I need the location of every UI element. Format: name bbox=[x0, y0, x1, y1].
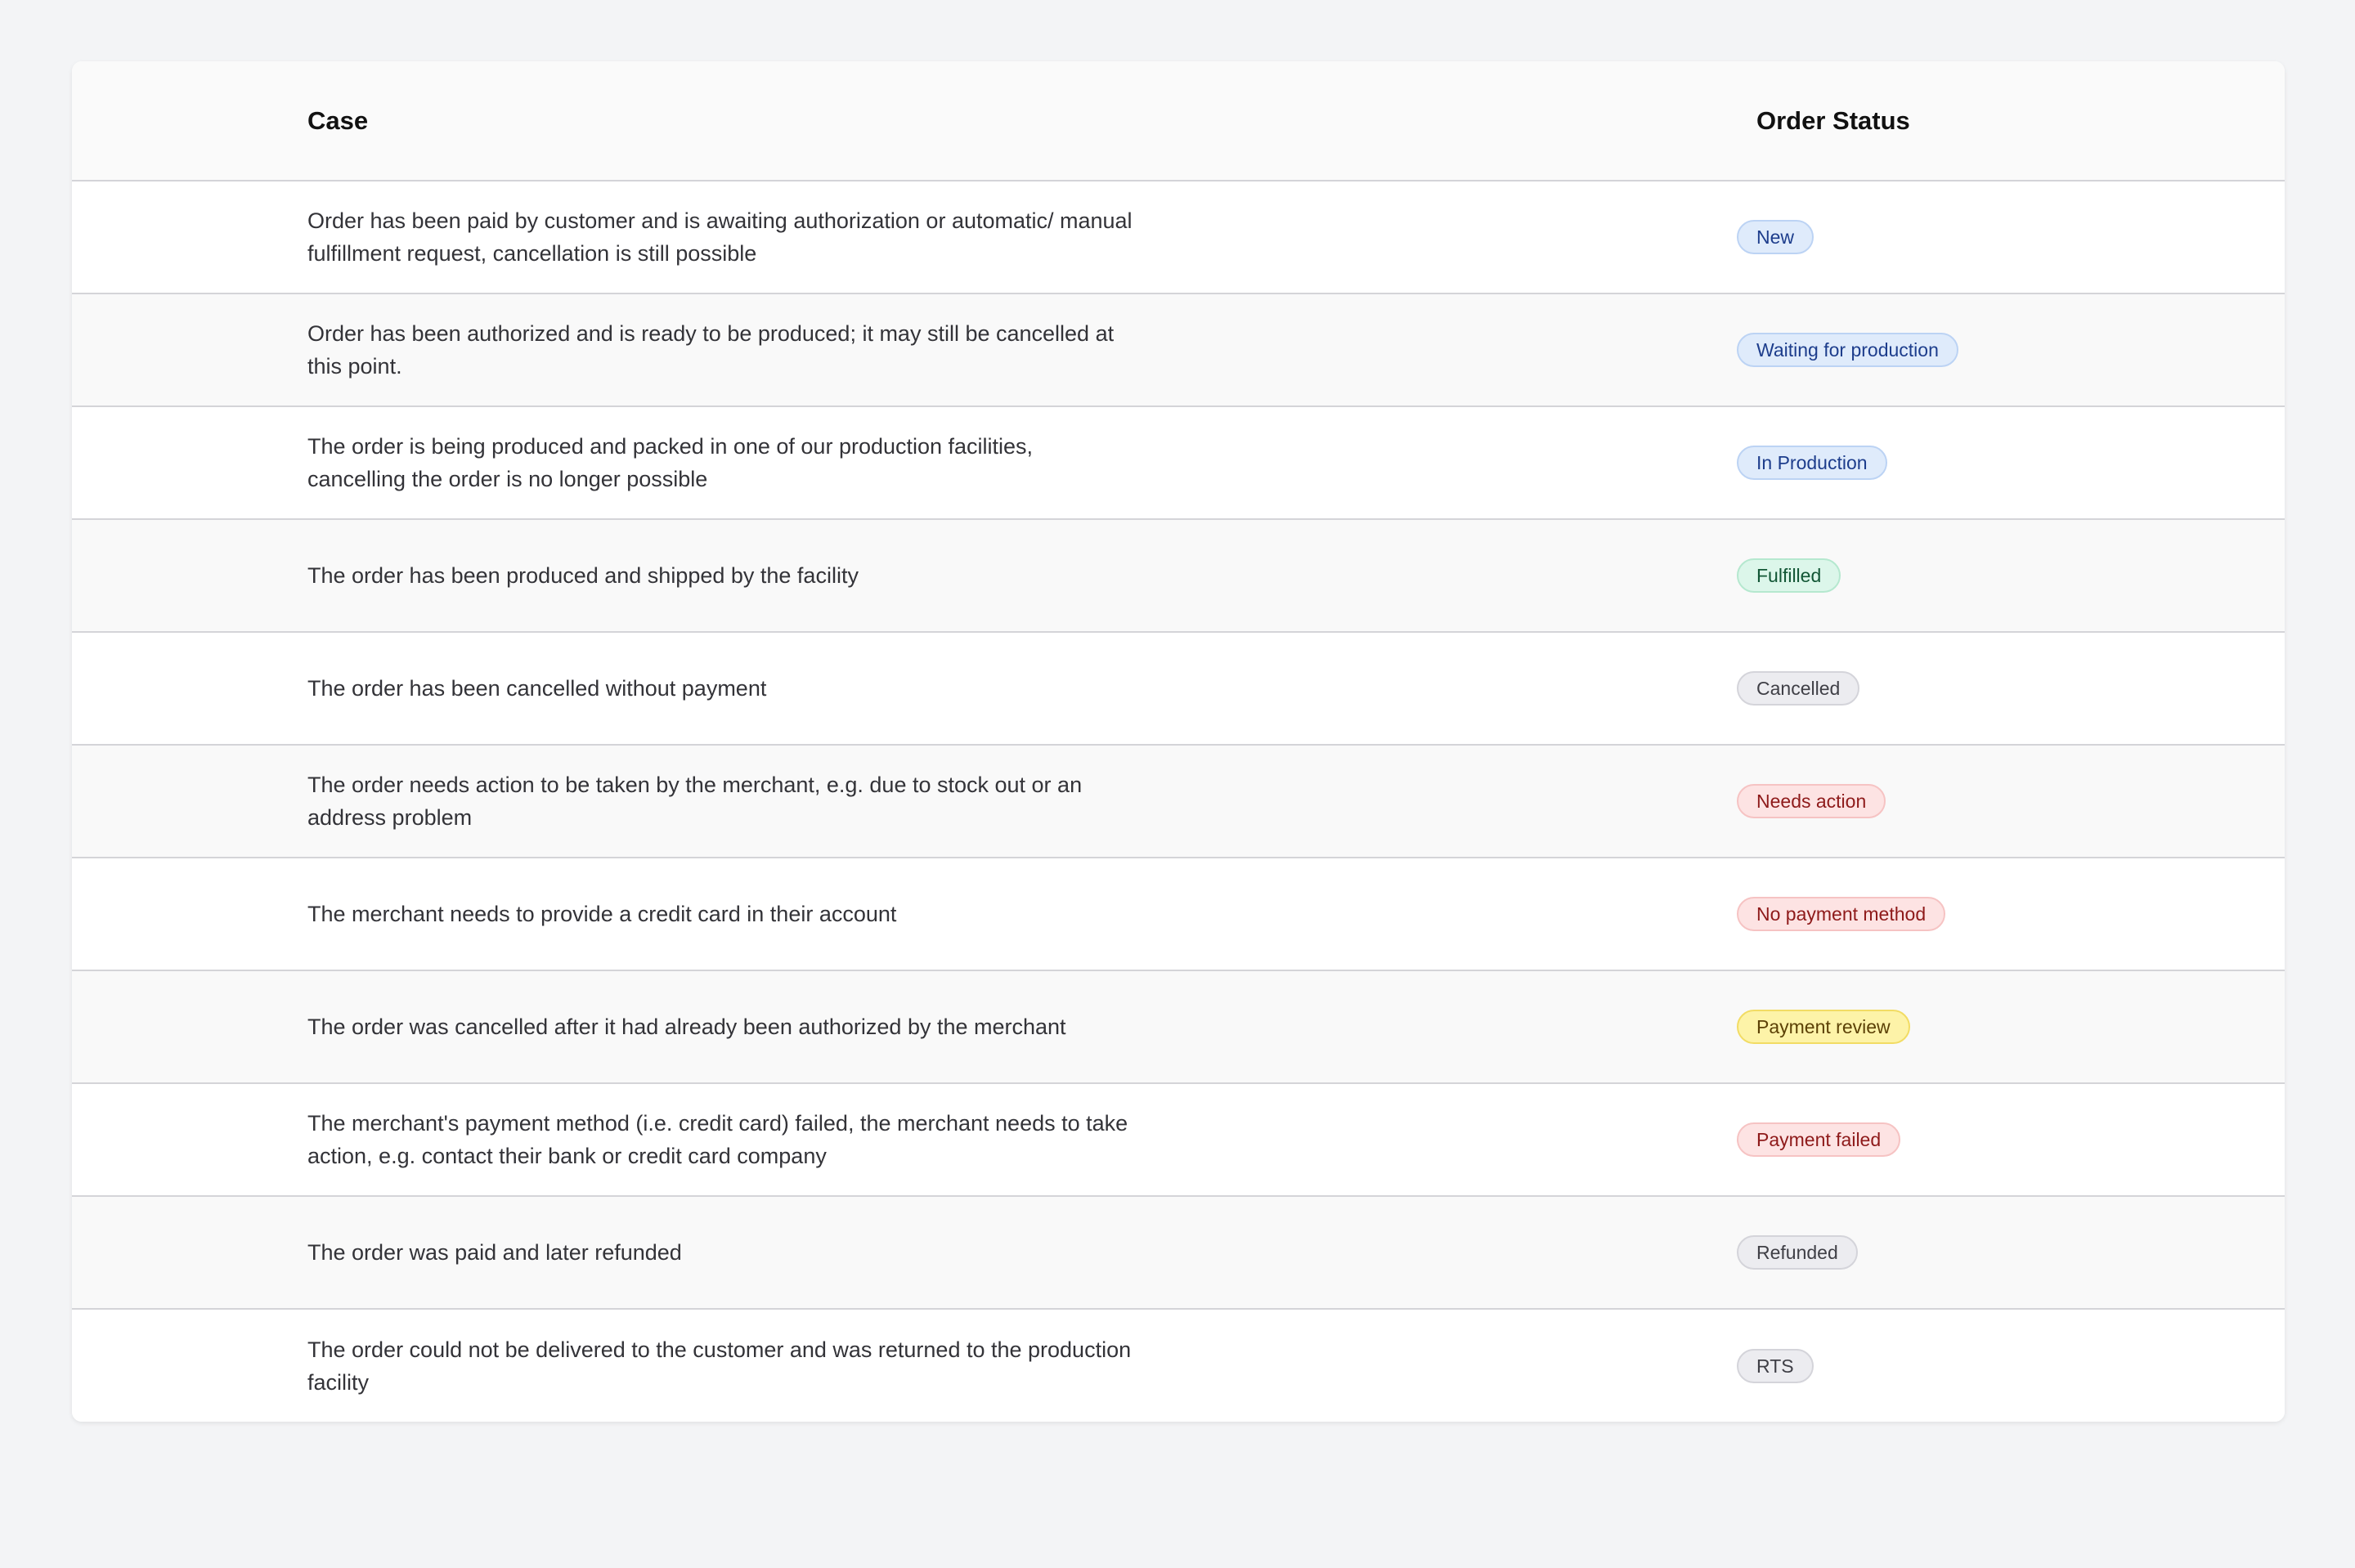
status-cell: Waiting for production bbox=[1663, 293, 2285, 406]
case-description: The merchant's payment method (i.e. cred… bbox=[307, 1111, 1128, 1168]
status-cell: No payment method bbox=[1663, 858, 2285, 970]
status-badge: Needs action bbox=[1737, 784, 1886, 818]
status-cell: RTS bbox=[1663, 1309, 2285, 1422]
case-cell: The order was paid and later refunded bbox=[72, 1196, 1663, 1309]
case-cell: The merchant's payment method (i.e. cred… bbox=[72, 1083, 1663, 1196]
status-badge: No payment method bbox=[1737, 897, 1946, 931]
table-row: The order has been cancelled without pay… bbox=[72, 632, 2285, 745]
table-body: Order has been paid by customer and is a… bbox=[72, 181, 2285, 1422]
status-badge: Payment failed bbox=[1737, 1122, 1901, 1157]
status-cell: Fulfilled bbox=[1663, 519, 2285, 632]
status-badge: Payment review bbox=[1737, 1010, 1910, 1044]
table-row: Order has been paid by customer and is a… bbox=[72, 181, 2285, 293]
table-row: The order is being produced and packed i… bbox=[72, 406, 2285, 519]
order-status-column-header: Order Status bbox=[1663, 61, 2285, 181]
case-cell: The merchant needs to provide a credit c… bbox=[72, 858, 1663, 970]
table-row: The order was cancelled after it had alr… bbox=[72, 970, 2285, 1083]
case-cell: Order has been authorized and is ready t… bbox=[72, 293, 1663, 406]
case-description: Order has been authorized and is ready t… bbox=[307, 321, 1115, 379]
case-description: The order was paid and later refunded bbox=[307, 1240, 682, 1265]
case-description: The order has been produced and shipped … bbox=[307, 563, 859, 588]
table-header: Case Order Status bbox=[72, 61, 2285, 181]
case-description: The order could not be delivered to the … bbox=[307, 1337, 1132, 1395]
case-description: The order was cancelled after it had alr… bbox=[307, 1015, 1066, 1039]
table-row: The order could not be delivered to the … bbox=[72, 1309, 2285, 1422]
status-badge: Cancelled bbox=[1737, 671, 1860, 706]
status-cell: New bbox=[1663, 181, 2285, 293]
table-row: Order has been authorized and is ready t… bbox=[72, 293, 2285, 406]
status-badge: RTS bbox=[1737, 1348, 1814, 1383]
status-cell: Payment failed bbox=[1663, 1083, 2285, 1196]
case-cell: The order could not be delivered to the … bbox=[72, 1309, 1663, 1422]
case-description: The order is being produced and packed i… bbox=[307, 434, 1034, 491]
case-cell: The order has been cancelled without pay… bbox=[72, 632, 1663, 745]
case-description: The merchant needs to provide a credit c… bbox=[307, 902, 897, 926]
case-description: Order has been paid by customer and is a… bbox=[307, 208, 1133, 266]
status-badge: Refunded bbox=[1737, 1235, 1858, 1270]
table-row: The order was paid and later refunded Re… bbox=[72, 1196, 2285, 1309]
status-cell: Needs action bbox=[1663, 745, 2285, 858]
table-row: The order has been produced and shipped … bbox=[72, 519, 2285, 632]
table-row: The merchant's payment method (i.e. cred… bbox=[72, 1083, 2285, 1196]
status-badge: Fulfilled bbox=[1737, 558, 1841, 593]
case-description: The order needs action to be taken by th… bbox=[307, 773, 1083, 830]
case-cell: The order was cancelled after it had alr… bbox=[72, 970, 1663, 1083]
case-cell: The order has been produced and shipped … bbox=[72, 519, 1663, 632]
table-row: The merchant needs to provide a credit c… bbox=[72, 858, 2285, 970]
status-cell: Payment review bbox=[1663, 970, 2285, 1083]
status-badge: In Production bbox=[1737, 446, 1887, 480]
table-row: The order needs action to be taken by th… bbox=[72, 745, 2285, 858]
status-badge: Waiting for production bbox=[1737, 333, 1958, 367]
order-status-table-card: Case Order Status Order has been paid by… bbox=[72, 61, 2285, 1422]
case-cell: The order is being produced and packed i… bbox=[72, 406, 1663, 519]
table-header-row: Case Order Status bbox=[72, 61, 2285, 181]
case-column-header: Case bbox=[72, 61, 1663, 181]
order-status-table: Case Order Status Order has been paid by… bbox=[72, 61, 2285, 1422]
status-cell: Cancelled bbox=[1663, 632, 2285, 745]
case-cell: The order needs action to be taken by th… bbox=[72, 745, 1663, 858]
case-cell: Order has been paid by customer and is a… bbox=[72, 181, 1663, 293]
status-cell: Refunded bbox=[1663, 1196, 2285, 1309]
status-cell: In Production bbox=[1663, 406, 2285, 519]
status-badge: New bbox=[1737, 220, 1814, 254]
case-description: The order has been cancelled without pay… bbox=[307, 676, 767, 701]
